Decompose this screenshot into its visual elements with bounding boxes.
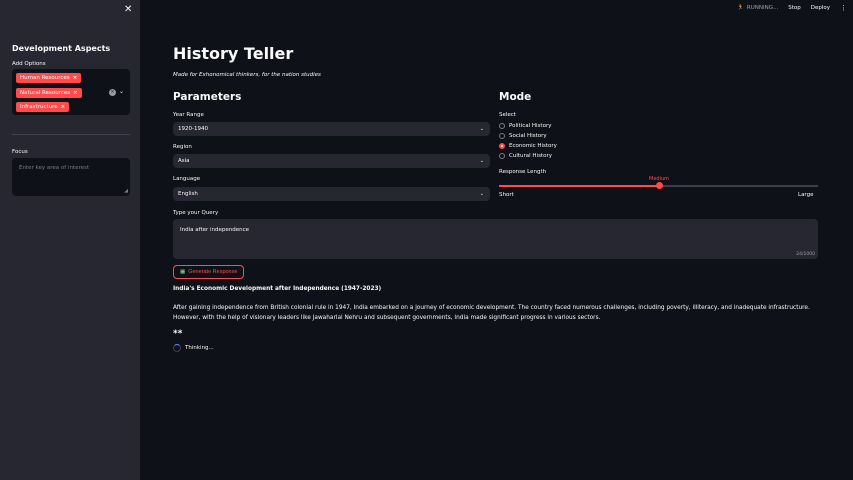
sparkle-icon: ▦ <box>180 269 186 275</box>
response-title: India's Economic Development after Indep… <box>173 286 382 292</box>
deploy-button[interactable]: Deploy <box>811 5 830 11</box>
add-options-multiselect[interactable]: Human Resources × Natural Resources × Infr… <box>12 69 130 115</box>
add-options-label: Add Options <box>12 61 46 67</box>
tag-natural-resources[interactable]: Natural Resources × <box>16 88 82 98</box>
chevron-down-icon[interactable]: ⌄ <box>119 88 124 95</box>
spinner-icon <box>173 344 181 352</box>
radio-dot <box>499 123 505 129</box>
response-length-slider[interactable] <box>499 182 818 189</box>
radio-social-history[interactable]: Social History <box>499 133 547 139</box>
running-label: RUNNING... <box>746 5 779 11</box>
radio-dot-selected <box>499 143 505 149</box>
remove-tag-icon[interactable]: × <box>61 104 66 110</box>
resize-grip-icon[interactable]: ◢ <box>124 188 128 194</box>
chevron-down-icon: ⌄ <box>479 191 484 197</box>
clear-all-icon[interactable]: × <box>109 89 116 96</box>
language-value: English <box>178 191 198 197</box>
region-label: Region <box>173 144 192 150</box>
running-person-icon: 🏃 <box>737 5 744 11</box>
region-value: Asia <box>178 158 190 164</box>
main-menu-icon[interactable]: ⋮ <box>840 4 847 12</box>
radio-label: Political History <box>509 123 552 129</box>
generate-response-button[interactable]: ▦ Generate Response <box>173 265 245 279</box>
radio-dot <box>499 153 505 159</box>
slider-min-label: Short <box>499 192 514 198</box>
language-label: Language <box>173 176 201 182</box>
slider-fill <box>499 185 659 187</box>
slider-thumb[interactable] <box>656 182 663 189</box>
radio-cultural-history[interactable]: Cultural History <box>499 153 552 159</box>
thinking-label: Thinking... <box>185 345 214 351</box>
radio-dot <box>499 133 505 139</box>
page-title: History Teller <box>173 44 294 63</box>
sidebar: ✕ Development Aspects Add Options Human … <box>0 0 140 480</box>
year-range-select[interactable]: 1920-1940 ⌄ <box>173 122 490 136</box>
sidebar-title: Development Aspects <box>12 44 111 53</box>
close-sidebar-icon[interactable]: ✕ <box>124 4 132 15</box>
thinking-indicator: Thinking... <box>173 344 214 352</box>
query-label: Type your Query <box>173 210 219 216</box>
radio-label: Economic History <box>509 143 557 149</box>
region-select[interactable]: Asia ⌄ <box>173 154 490 168</box>
radio-label: Social History <box>509 133 547 139</box>
tag-label: Infrastructure <box>20 104 58 110</box>
page-subtitle: Made for Exhonomical thinkers, for the n… <box>173 72 321 78</box>
stop-button[interactable]: Stop <box>788 5 801 11</box>
remove-tag-icon[interactable]: × <box>73 90 78 96</box>
slider-max-label: Large <box>798 192 814 198</box>
running-status: 🏃 RUNNING... <box>737 5 778 11</box>
year-range-value: 1920-1940 <box>178 126 208 132</box>
radio-label: Cultural History <box>509 153 552 159</box>
tag-label: Human Resources <box>20 75 70 81</box>
language-select[interactable]: English ⌄ <box>173 187 490 201</box>
tag-infrastructure[interactable]: Infrastructure × <box>16 102 70 112</box>
chevron-down-icon: ⌄ <box>479 126 484 132</box>
response-body: After gaining independence from British … <box>173 305 810 321</box>
response-length-label: Response Length <box>499 169 547 175</box>
tag-label: Natural Resources <box>20 90 71 96</box>
button-label: Generate Response <box>188 269 238 275</box>
focus-label: Focus <box>12 149 28 155</box>
focus-placeholder: Enter key area of interest <box>19 165 90 171</box>
chevron-down-icon: ⌄ <box>479 158 484 164</box>
streaming-cursor: ** <box>173 329 183 339</box>
radio-political-history[interactable]: Political History <box>499 123 551 129</box>
mode-select-label: Select <box>499 112 516 118</box>
char-count: 24/1000 <box>796 252 815 257</box>
parameters-heading: Parameters <box>173 91 242 103</box>
topbar: 🏃 RUNNING... Stop Deploy ⋮ <box>737 4 847 12</box>
year-range-label: Year Range <box>173 112 204 118</box>
tag-human-resources[interactable]: Human Resources × <box>16 73 82 83</box>
mode-heading: Mode <box>499 91 532 103</box>
focus-textarea[interactable]: Enter key area of interest ◢ <box>12 158 130 196</box>
remove-tag-icon[interactable]: × <box>73 75 78 81</box>
query-value: India after independence <box>180 227 250 233</box>
sidebar-divider <box>12 134 130 135</box>
query-textarea[interactable]: India after independence 24/1000 <box>173 219 818 259</box>
radio-economic-history[interactable]: Economic History <box>499 143 557 149</box>
